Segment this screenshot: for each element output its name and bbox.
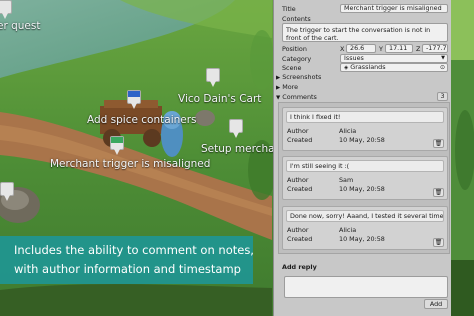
note-pin[interactable] xyxy=(0,182,14,202)
created-label: Created xyxy=(287,235,313,243)
caption-line-1: Includes the ability to comment on notes… xyxy=(14,243,254,257)
note-label-quest[interactable]: er quest xyxy=(0,20,40,32)
delete-comment-button[interactable]: 🗑 xyxy=(433,139,444,148)
contents-label: Contents xyxy=(282,15,311,23)
scene-value: Grasslands xyxy=(350,63,386,71)
scene-edge xyxy=(451,0,474,316)
trash-icon: 🗑 xyxy=(434,239,443,246)
caption-line-2: with author information and timestamp xyxy=(14,262,241,276)
object-picker-icon[interactable]: ⊙ xyxy=(440,64,445,71)
author-value: Alicia xyxy=(339,127,357,135)
scene-label: Scene xyxy=(282,64,302,72)
title-field[interactable]: Merchant trigger is misalig​ned xyxy=(340,4,448,13)
author-label: Author xyxy=(287,226,309,234)
created-value: 10 May, 20:58 xyxy=(339,185,385,193)
scene-asset-icon: ◈ xyxy=(344,65,349,71)
chevron-right-icon: ▶ xyxy=(276,85,281,91)
add-reply-button[interactable]: Add xyxy=(424,299,448,309)
comments-label: Comments xyxy=(282,93,317,101)
comment-text[interactable]: I'm still seeing it :( xyxy=(286,160,444,172)
position-z-field[interactable]: -177.72 xyxy=(422,44,448,53)
note-label-spice[interactable]: Add spice containers xyxy=(87,114,197,126)
author-label: Author xyxy=(287,176,309,184)
reply-textarea[interactable] xyxy=(284,276,448,298)
position-y-field[interactable]: 17.11 xyxy=(385,44,413,53)
note-label-cart[interactable]: Vico Dain's Cart xyxy=(178,93,261,105)
position-label: Position xyxy=(282,45,307,53)
position-y-label: Y xyxy=(379,45,383,53)
more-foldout[interactable]: ▶ More xyxy=(276,83,298,91)
screenshots-label: Screenshots xyxy=(282,73,322,81)
note-label-trigger[interactable]: Merchant trigger is misaligned xyxy=(50,158,210,170)
note-pin[interactable] xyxy=(0,0,12,20)
comment-item: Done now, sorry! Aaand, I tested it seve… xyxy=(282,206,448,250)
position-z-label: Z xyxy=(416,45,421,53)
trash-icon: 🗑 xyxy=(434,140,443,147)
note-pin[interactable] xyxy=(127,90,141,110)
chevron-down-icon: ▼ xyxy=(441,55,445,61)
author-value: Sam xyxy=(339,176,354,184)
note-pin[interactable] xyxy=(229,119,243,139)
author-label: Author xyxy=(287,127,309,135)
comment-text[interactable]: I think I fixed it! xyxy=(286,111,444,123)
chevron-down-icon: ▼ xyxy=(276,95,281,101)
comments-foldout[interactable]: ▼ Comments xyxy=(276,93,317,101)
category-label: Category xyxy=(282,55,312,63)
created-label: Created xyxy=(287,136,313,144)
trash-icon: 🗑 xyxy=(434,189,443,196)
note-inspector-panel: Title Merchant trigger is misalig​ned Co… xyxy=(273,0,451,316)
author-value: Alicia xyxy=(339,226,357,234)
created-value: 10 May, 20:58 xyxy=(339,136,385,144)
delete-comment-button[interactable]: 🗑 xyxy=(433,188,444,197)
created-value: 10 May, 20:58 xyxy=(339,235,385,243)
scene-object-field[interactable]: ◈ Grasslands ⊙ xyxy=(340,63,448,72)
add-reply-label: Add reply xyxy=(282,263,317,271)
chevron-right-icon: ▶ xyxy=(276,75,281,81)
category-value: Issues xyxy=(344,54,364,62)
more-label: More xyxy=(282,83,299,91)
comment-item: I'm still seeing it :( Author Sam Create… xyxy=(282,156,448,200)
comment-text[interactable]: Done now, sorry! Aaand, I tested it seve… xyxy=(286,210,444,222)
screenshots-foldout[interactable]: ▶ Screenshots xyxy=(276,73,321,81)
comment-item: I think I fixed it! Author Alicia Create… xyxy=(282,107,448,151)
created-label: Created xyxy=(287,185,313,193)
comments-count-badge: 3 xyxy=(437,92,448,101)
feature-caption: Includes the ability to comment on notes… xyxy=(0,236,254,284)
note-pin[interactable] xyxy=(206,68,220,88)
category-dropdown[interactable]: Issues ▼ xyxy=(340,54,448,63)
title-label: Title xyxy=(282,5,296,13)
delete-comment-button[interactable]: 🗑 xyxy=(433,238,444,247)
contents-textarea[interactable]: The trigger to start the conversation is… xyxy=(282,23,448,42)
note-pin-selected[interactable] xyxy=(110,136,124,156)
position-x-field[interactable]: 26.6 xyxy=(346,44,376,53)
position-x-label: X xyxy=(340,45,345,53)
